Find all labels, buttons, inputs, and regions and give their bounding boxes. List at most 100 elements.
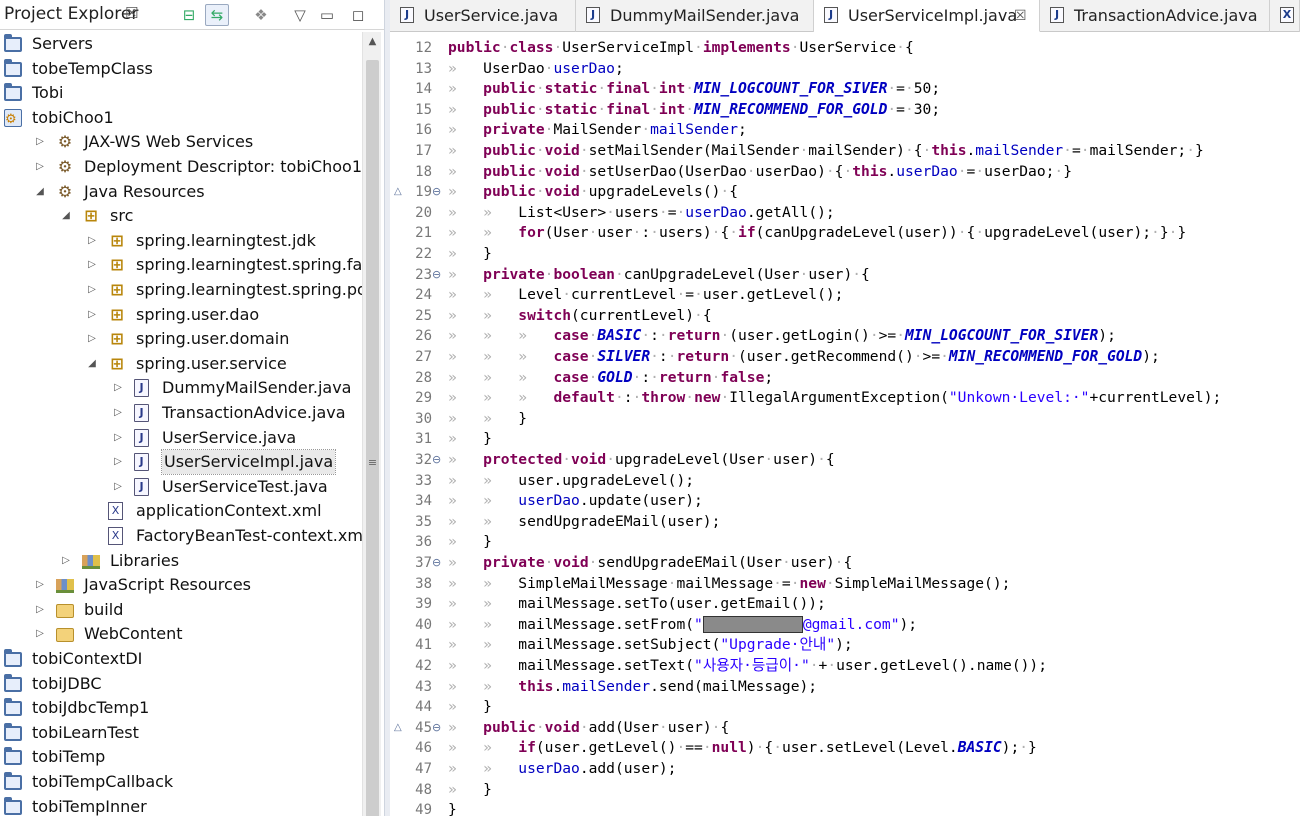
link-with-editor-icon[interactable]: ⇆ — [205, 4, 229, 26]
tree-item[interactable]: XapplicationContext.xml — [0, 499, 362, 523]
tree-item[interactable]: ▷ Libraries — [0, 549, 362, 573]
code-token: · — [579, 718, 589, 736]
tab-label: UserServiceImpl.java — [848, 6, 1018, 25]
tree-item[interactable]: tobiChoo1 — [0, 106, 362, 132]
line-number: 16 — [415, 122, 432, 139]
tree-item[interactable]: ▷ JavaScript Resources — [0, 573, 362, 597]
scroll-up-icon[interactable]: ▲ — [363, 36, 382, 50]
collapse-all-icon[interactable]: ⊟ — [177, 4, 201, 26]
fold-toggle-icon[interactable]: ⊖ — [432, 265, 444, 286]
filters-icon[interactable]: ❖ — [249, 4, 273, 26]
expand-icon[interactable]: ▷ — [34, 155, 46, 179]
expand-icon[interactable]: ▷ — [86, 229, 98, 253]
expand-icon[interactable]: ▷ — [34, 130, 46, 154]
code-token: = — [896, 100, 905, 118]
tree-item[interactable]: X FactoryBeanTest-context.xml — [0, 524, 362, 548]
code-line: » private·void·sendUpgradeEMail(User·use… — [448, 553, 852, 574]
code-token: false — [720, 368, 765, 386]
editor-tab[interactable]: J UserServiceImpl.java ☒ — [814, 0, 1040, 32]
redacted-email-block — [702, 616, 803, 634]
expand-icon[interactable]: ▷ — [86, 278, 98, 302]
tree-item[interactable]: Tobi — [0, 81, 362, 105]
scroll-thumb[interactable]: ≡ — [366, 60, 379, 816]
code-line: public·class·UserServiceImpl·implements·… — [448, 38, 914, 59]
explorer-title[interactable]: Project Explorer — [4, 4, 138, 24]
code-token: · — [658, 327, 668, 345]
tree-item[interactable]: tobiTempInner — [0, 795, 362, 816]
line-number: 43 — [415, 678, 432, 695]
code-token: } — [483, 245, 492, 262]
java-file-icon: J — [134, 428, 149, 447]
tree-item[interactable]: tobiLearnTest — [0, 721, 362, 745]
editor-tab[interactable]: J TransactionAdvice.java — [1040, 0, 1270, 32]
tree-item[interactable]: ▷ J TransactionAdvice.java — [0, 401, 362, 425]
tree-item[interactable]: ▷ J UserServiceImpl.java — [0, 449, 362, 476]
collapse-icon[interactable]: ◢ — [34, 180, 46, 204]
line-number: 39 — [415, 596, 432, 613]
code-token: { — [702, 306, 712, 324]
tree-item[interactable]: ▷ ⊞ spring.user.domain — [0, 327, 362, 351]
tree-item[interactable]: ▷ J UserServiceTest.java — [0, 475, 362, 499]
tree-item[interactable]: ◢ ⊞ spring.user.service — [0, 352, 362, 376]
tree-item[interactable]: ▷ ⊞ spring.learningtest.spring.pointcut — [0, 278, 362, 302]
expand-icon[interactable]: ▷ — [60, 549, 72, 573]
editor-tab[interactable]: J DummyMailSender.java — [576, 0, 814, 32]
fold-toggle-icon[interactable]: ⊖ — [432, 718, 444, 739]
editor-tab[interactable]: X — [1270, 0, 1300, 32]
explorer-scrollbar[interactable]: ▲ ≡ — [362, 32, 381, 816]
close-icon[interactable]: ☒ — [1014, 1, 1027, 31]
tree-item[interactable]: ▷ WebContent — [0, 622, 362, 646]
tree-item[interactable]: ▷ build — [0, 598, 362, 622]
code-token: mailMessage.setSubject( — [518, 636, 721, 654]
tree-item[interactable]: ▷ ⚙ JAX-WS Web Services — [0, 130, 362, 154]
tree-item[interactable]: tobiTempCallback — [0, 770, 362, 794]
code-line: » » » case·BASIC·:·return·(user.getLogin… — [448, 326, 1116, 347]
tree-item[interactable]: tobiTemp — [0, 745, 362, 769]
tree-item[interactable]: ▷ ⊞ spring.learningtest.jdk — [0, 229, 362, 253]
tree-item[interactable]: ▷ J DummyMailSender.java — [0, 376, 362, 400]
expand-icon[interactable]: ▷ — [112, 376, 124, 400]
collapse-icon[interactable]: ◢ — [86, 352, 98, 376]
tree-item[interactable]: tobiJDBC — [0, 672, 362, 696]
code-token: : — [641, 224, 651, 242]
expand-icon[interactable]: ▷ — [112, 426, 124, 450]
view-menu-icon[interactable]: ▽ — [288, 4, 312, 26]
editor-tab[interactable]: J UserService.java — [390, 0, 576, 32]
code-token: » » — [448, 203, 519, 221]
code-token: · — [940, 348, 949, 365]
code-token: » » » — [448, 389, 554, 407]
code-token: · — [694, 39, 703, 56]
fold-toggle-icon[interactable]: ⊖ — [432, 450, 444, 471]
close-icon[interactable]: ☒ — [125, 4, 138, 22]
expand-icon[interactable]: ▷ — [86, 303, 98, 327]
expand-icon[interactable]: ▷ — [112, 475, 124, 499]
expand-icon[interactable]: ▷ — [34, 573, 46, 597]
code-token: public — [483, 162, 536, 180]
tree-item[interactable]: ◢ ⚙ Java Resources — [0, 180, 362, 204]
code-token: IllegalArgumentException( — [729, 389, 949, 407]
tree-item[interactable]: ▷ ⊞ spring.user.dao — [0, 303, 362, 327]
code-area[interactable]: public·class·UserServiceImpl·implements·… — [448, 32, 1300, 816]
tree-item[interactable]: Servers — [0, 32, 362, 56]
tree-item[interactable]: tobiJdbcTemp1 — [0, 696, 362, 720]
tree-item[interactable]: ▷ ⊞ spring.learningtest.spring.factorybe — [0, 253, 362, 277]
minimize-icon[interactable]: ▭ — [315, 4, 339, 26]
expand-icon[interactable]: ▷ — [86, 327, 98, 351]
tree-item[interactable]: ◢ ⊞ src — [0, 204, 362, 228]
expand-icon[interactable]: ▷ — [112, 401, 124, 425]
code-token: setUserDao(UserDao — [588, 162, 747, 180]
tree-item[interactable]: tobiContextDI — [0, 647, 362, 671]
expand-icon[interactable]: ▷ — [112, 450, 124, 474]
tree-item[interactable]: ▷ J UserService.java — [0, 426, 362, 450]
expand-icon[interactable]: ▷ — [34, 622, 46, 646]
fold-toggle-icon[interactable]: ⊖ — [432, 182, 444, 203]
maximize-icon[interactable]: ◻ — [346, 4, 370, 26]
code-token: · — [614, 265, 624, 283]
tree-item[interactable]: tobeTempClass — [0, 57, 362, 81]
fold-toggle-icon[interactable]: ⊖ — [432, 553, 444, 574]
expand-icon[interactable]: ▷ — [86, 253, 98, 277]
expand-icon[interactable]: ▷ — [34, 598, 46, 622]
line-number: 21 — [415, 225, 432, 242]
tree-item[interactable]: ▷ ⚙ Deployment Descriptor: tobiChoo1 — [0, 155, 362, 179]
collapse-icon[interactable]: ◢ — [60, 204, 72, 228]
